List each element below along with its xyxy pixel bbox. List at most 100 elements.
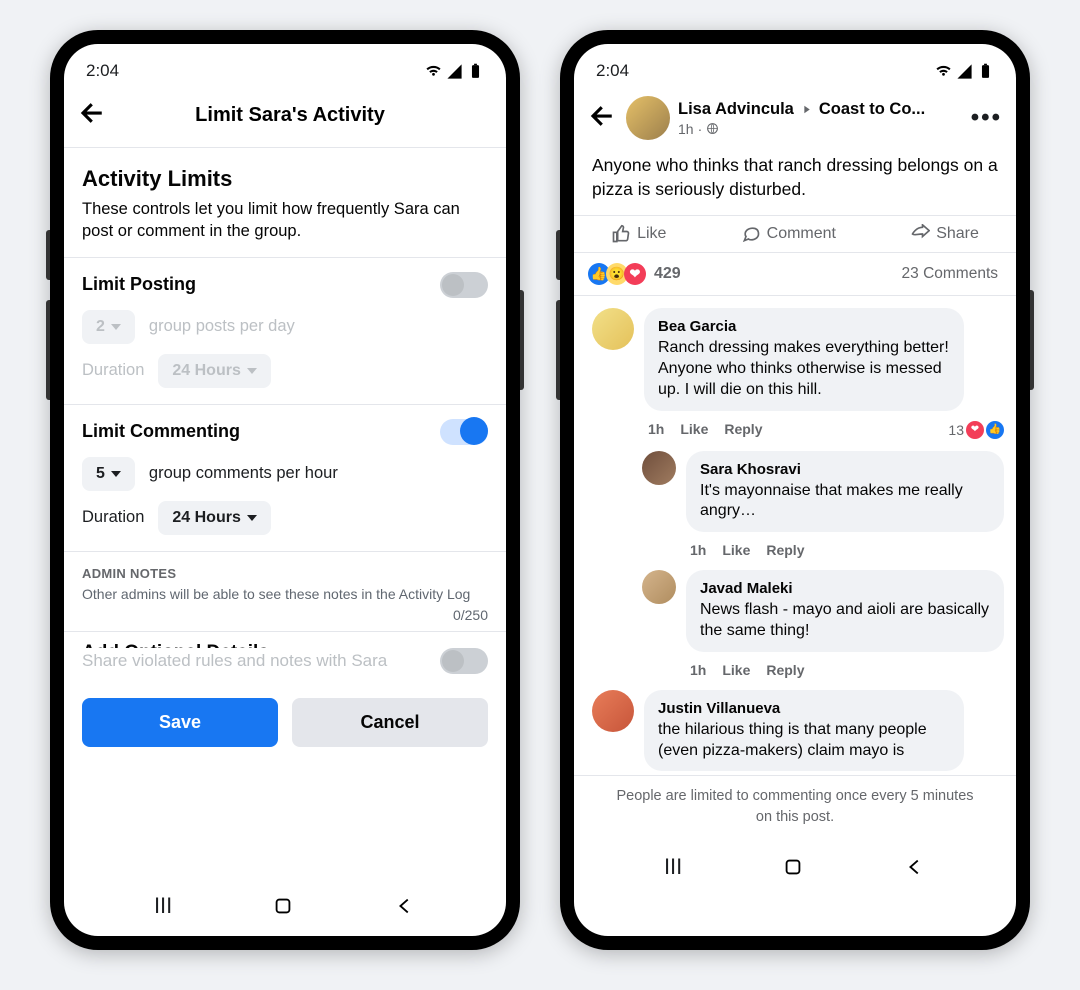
limit-posting-toggle[interactable]: [440, 272, 488, 298]
comment-bubble[interactable]: Javad Maleki News flash - mayo and aioli…: [686, 570, 1004, 652]
share-toggle[interactable]: [440, 648, 488, 674]
android-back-icon[interactable]: [394, 895, 416, 917]
love-icon: ❤: [624, 263, 646, 285]
comment-text: News flash - mayo and aioli are basicall…: [700, 600, 990, 642]
home-icon[interactable]: [782, 856, 804, 878]
comment-bubble[interactable]: Sara Khosravi It's mayonnaise that makes…: [686, 451, 1004, 533]
comment-bubble[interactable]: Bea Garcia Ranch dressing makes everythi…: [644, 308, 964, 410]
wifi-icon: [935, 63, 952, 80]
comment-author: Sara Khosravi: [700, 461, 990, 478]
comment-like[interactable]: Like: [680, 421, 708, 439]
avatar[interactable]: [642, 451, 676, 485]
comment-item: Sara Khosravi It's mayonnaise that makes…: [642, 451, 1004, 533]
chevron-down-icon: [247, 515, 257, 521]
reaction-count: 429: [654, 265, 681, 283]
rate-limit-notice: People are limited to commenting once ev…: [574, 775, 1016, 837]
android-navbar: III: [64, 876, 506, 936]
like-button[interactable]: Like: [611, 224, 666, 244]
save-button[interactable]: Save: [82, 698, 278, 747]
char-counter: 0/250: [64, 603, 506, 631]
comment-time: 1h: [690, 662, 706, 678]
cancel-button[interactable]: Cancel: [292, 698, 488, 747]
comment-text: It's mayonnaise that makes me really ang…: [700, 481, 990, 523]
battery-icon: [977, 63, 994, 80]
commenting-duration-label: Duration: [82, 508, 144, 527]
comment-text: the hilarious thing is that many people …: [658, 720, 950, 762]
comment-button[interactable]: Comment: [741, 224, 836, 244]
battery-icon: [467, 63, 484, 80]
comment-time: 1h: [690, 542, 706, 558]
reactions-summary[interactable]: 👍 😮 ❤ 429 23 Comments: [574, 253, 1016, 296]
post-body: Anyone who thinks that ranch dressing be…: [574, 150, 1016, 215]
chevron-down-icon: [111, 324, 121, 330]
back-button[interactable]: [78, 98, 108, 133]
comments-list: Bea Garcia Ranch dressing makes everythi…: [574, 296, 1016, 775]
more-button[interactable]: •••: [971, 104, 1002, 132]
avatar[interactable]: [592, 690, 634, 732]
love-icon: ❤: [966, 421, 984, 439]
optional-heading: Add Optional Details: [64, 632, 506, 648]
avatar[interactable]: [592, 308, 634, 350]
commenting-suffix: group comments per hour: [149, 464, 338, 483]
posting-suffix: group posts per day: [149, 317, 295, 336]
comment-author: Bea Garcia: [658, 318, 950, 335]
wifi-icon: [425, 63, 442, 80]
back-button[interactable]: [588, 101, 618, 136]
section-description: These controls let you limit how frequen…: [82, 198, 488, 243]
comment-bubble[interactable]: Justin Villanueva the hilarious thing is…: [644, 690, 964, 772]
chevron-down-icon: [247, 368, 257, 374]
limit-posting-label: Limit Posting: [82, 274, 196, 295]
group-name[interactable]: Coast to Co...: [819, 100, 925, 119]
post-time: 1h: [678, 121, 694, 137]
share-button[interactable]: Share: [910, 224, 979, 244]
comment-like[interactable]: Like: [722, 662, 750, 678]
comment-reply[interactable]: Reply: [724, 421, 762, 439]
status-bar: 2:04: [574, 44, 1016, 86]
avatar[interactable]: [642, 570, 676, 604]
admin-notes-label: ADMIN NOTES: [64, 552, 506, 585]
author-avatar[interactable]: [626, 96, 670, 140]
android-navbar: III: [574, 837, 1016, 897]
comment-reactions[interactable]: 13 ❤ 👍: [948, 421, 1004, 439]
comment-item: Justin Villanueva the hilarious thing is…: [592, 690, 1004, 772]
home-icon[interactable]: [272, 895, 294, 917]
comment-text: Ranch dressing makes everything better! …: [658, 338, 950, 400]
comment-reply[interactable]: Reply: [766, 662, 804, 678]
recent-apps-icon[interactable]: III: [664, 854, 682, 880]
comment-like[interactable]: Like: [722, 542, 750, 558]
status-bar: 2:04: [64, 44, 506, 86]
triangle-icon: [800, 103, 813, 116]
phone-right: 2:04 Lisa Advincula Coast to Co... 1h·: [560, 30, 1030, 950]
status-icons: [425, 63, 484, 80]
post-header: Lisa Advincula Coast to Co... 1h· •••: [574, 86, 1016, 150]
app-bar: Limit Sara's Activity: [64, 86, 506, 148]
commenting-count-select[interactable]: 5: [82, 457, 135, 491]
share-with-user-text: Share violated rules and notes with Sara: [82, 650, 440, 673]
section-heading: Activity Limits: [82, 166, 488, 192]
author-name[interactable]: Lisa Advincula: [678, 100, 794, 119]
comment-item: Javad Maleki News flash - mayo and aioli…: [642, 570, 1004, 652]
posting-duration-select[interactable]: 24 Hours: [158, 354, 270, 388]
admin-notes-desc: Other admins will be able to see these n…: [64, 585, 506, 604]
status-time: 2:04: [596, 61, 629, 81]
globe-icon: [706, 122, 719, 135]
comment-author: Justin Villanueva: [658, 700, 950, 717]
limit-commenting-label: Limit Commenting: [82, 421, 240, 442]
page-title: Limit Sara's Activity: [118, 104, 462, 127]
android-back-icon[interactable]: [904, 856, 926, 878]
limit-commenting-section: Limit Commenting 5 group comments per ho…: [64, 405, 506, 552]
limit-posting-section: Limit Posting 2 group posts per day Dura…: [64, 258, 506, 405]
comment-item: Bea Garcia Ranch dressing makes everythi…: [592, 308, 1004, 410]
comment-time: 1h: [648, 421, 664, 439]
comment-count[interactable]: 23 Comments: [902, 265, 998, 283]
signal-icon: [956, 63, 973, 80]
status-time: 2:04: [86, 61, 119, 81]
comment-reply[interactable]: Reply: [766, 542, 804, 558]
posting-duration-label: Duration: [82, 361, 144, 380]
limit-commenting-toggle[interactable]: [440, 419, 488, 445]
signal-icon: [446, 63, 463, 80]
action-bar: Like Comment Share: [574, 215, 1016, 253]
posting-count-select[interactable]: 2: [82, 310, 135, 344]
recent-apps-icon[interactable]: III: [154, 893, 172, 919]
commenting-duration-select[interactable]: 24 Hours: [158, 501, 270, 535]
